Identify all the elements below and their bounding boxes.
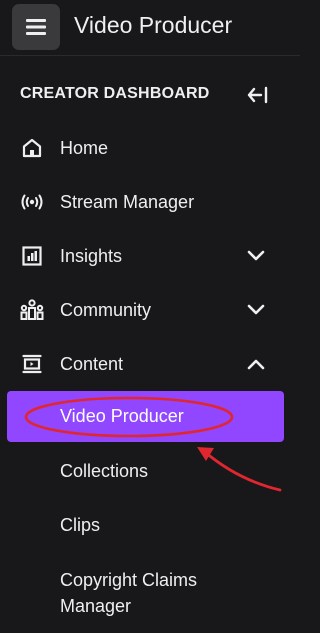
- subnav-item-collections[interactable]: Collections: [0, 456, 300, 490]
- subnav-item-label: Copyright Claims Manager: [60, 570, 198, 616]
- sidebar-item-label: Community: [60, 300, 152, 320]
- chevron-down-icon[interactable]: [246, 248, 266, 264]
- sidebar-item-stream-manager[interactable]: Stream Manager: [0, 182, 300, 222]
- subnav-item-clips[interactable]: Clips: [0, 510, 300, 544]
- broadcast-icon: [20, 191, 44, 213]
- people-icon: [20, 299, 44, 321]
- chart-icon: [20, 245, 44, 267]
- home-icon: [20, 137, 44, 159]
- subnav-item-label: Clips: [60, 515, 101, 535]
- hamburger-icon: [26, 19, 46, 35]
- sidebar-item-label: Content: [60, 354, 124, 374]
- chevron-up-icon[interactable]: [246, 356, 266, 372]
- subnav-item-label: Collections: [60, 461, 149, 481]
- dashboard-header: CREATOR DASHBOARD: [20, 84, 275, 106]
- collapse-sidebar-button[interactable]: [245, 84, 271, 106]
- dashboard-title: CREATOR DASHBOARD: [20, 85, 210, 102]
- sidebar-item-community[interactable]: Community: [0, 290, 300, 330]
- page-title: Video Producer: [74, 12, 233, 38]
- sidebar-item-label: Home: [60, 138, 109, 158]
- top-bar: Video Producer: [0, 0, 300, 56]
- sidebar-item-content[interactable]: Content: [0, 344, 300, 384]
- sidebar-item-home[interactable]: Home: [0, 128, 300, 168]
- subnav-item-copyright-claims-manager[interactable]: Copyright Claims Manager: [0, 566, 300, 626]
- sidebar-item-insights[interactable]: Insights: [0, 236, 300, 276]
- sidebar-item-label: Insights: [60, 246, 123, 266]
- menu-button[interactable]: [12, 4, 60, 50]
- chevron-down-icon[interactable]: [246, 302, 266, 318]
- content-icon: [20, 353, 44, 375]
- collapse-left-icon: [247, 86, 268, 104]
- subnav-item-label: Video Producer: [60, 406, 184, 426]
- sidebar-item-label: Stream Manager: [60, 192, 195, 212]
- subnav-item-video-producer[interactable]: Video Producer: [7, 391, 284, 442]
